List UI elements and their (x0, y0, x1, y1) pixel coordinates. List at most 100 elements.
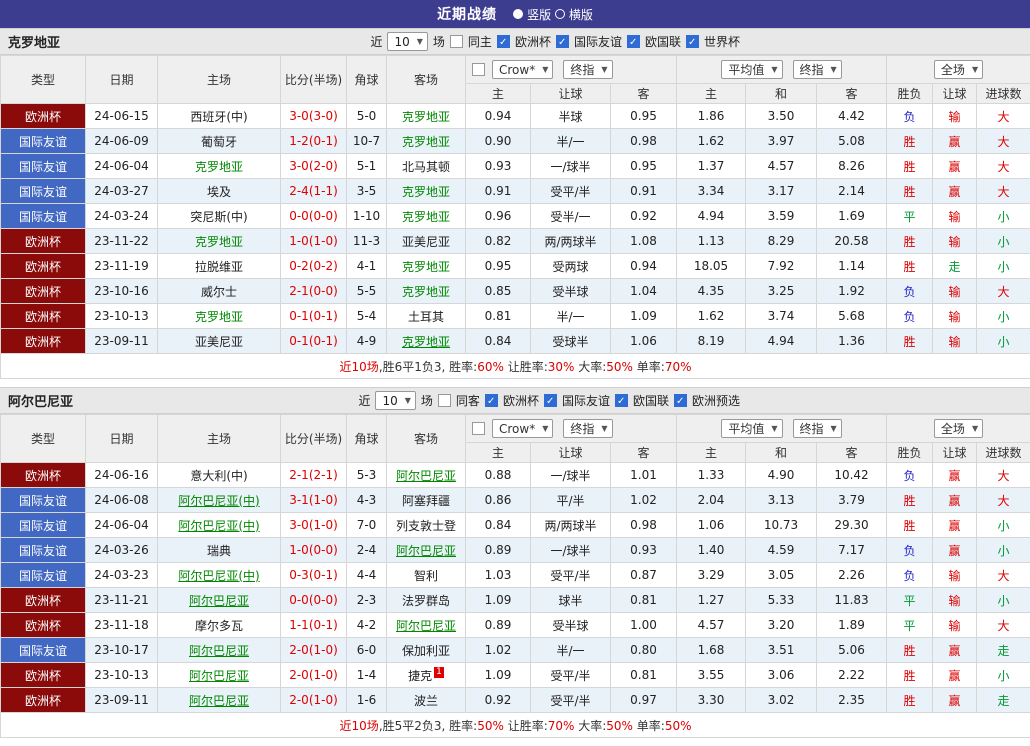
asian-away-odds: 0.95 (611, 154, 677, 179)
competition-checkbox[interactable] (556, 35, 569, 48)
final-odds-select[interactable]: 终指▼ (793, 60, 842, 79)
focal-team-link[interactable]: 阿尔巴尼亚 (396, 619, 456, 633)
asian-handicap: 平/半 (531, 488, 611, 513)
odds-compare-checkbox[interactable] (472, 422, 485, 435)
asian-home-odds: 0.88 (466, 463, 531, 488)
summary-text: 单率: (633, 360, 665, 374)
same-venue-checkbox[interactable] (438, 394, 451, 407)
euro-draw-odds: 3.05 (746, 563, 817, 588)
handicap-result: 赢 (933, 463, 977, 488)
euro-draw-odds: 3.74 (746, 304, 817, 329)
away-team-cell: 克罗地亚 (387, 129, 466, 154)
competition-checkbox[interactable] (615, 394, 628, 407)
final-odds-select[interactable]: 终指▼ (563, 60, 612, 79)
goals-result: 大 (977, 279, 1030, 304)
competition-checkbox[interactable] (485, 394, 498, 407)
chevron-down-icon: ▼ (771, 65, 777, 74)
scope-select-value: 全场 (941, 420, 965, 437)
asian-handicap: 受半/一 (531, 204, 611, 229)
asian-away-odds: 0.97 (611, 688, 677, 713)
competition-checkbox[interactable] (627, 35, 640, 48)
euro-away-odds: 5.08 (817, 129, 887, 154)
goals-result: 小 (977, 513, 1030, 538)
euro-away-odds: 5.06 (817, 638, 887, 663)
focal-team-link[interactable]: 阿尔巴尼亚 (189, 594, 249, 608)
away-team-cell: 克罗地亚 (387, 254, 466, 279)
chevron-down-icon: ▼ (417, 37, 423, 46)
filter-controls: 近10▼场同客欧洲杯国际友谊欧国联欧洲预选 (358, 391, 740, 410)
focal-team-link[interactable]: 阿尔巴尼亚(中) (178, 494, 259, 508)
score-cell: 2-0(1-0) (281, 638, 347, 663)
asian-away-odds: 0.93 (611, 538, 677, 563)
summary-text: 50% (606, 360, 633, 374)
competition-type: 国际友谊 (1, 513, 86, 538)
competition-label: 欧国联 (645, 33, 681, 50)
goals-result: 小 (977, 588, 1030, 613)
competition-type: 欧洲杯 (1, 463, 86, 488)
competition-label: 欧洲预选 (692, 392, 740, 409)
focal-team-link[interactable]: 克罗地亚 (402, 110, 450, 124)
euro-away-odds: 2.22 (817, 663, 887, 688)
page-header: 近期战绩 竖版 横版 (0, 0, 1030, 28)
chevron-down-icon: ▼ (601, 65, 607, 74)
asian-away-odds: 0.98 (611, 129, 677, 154)
focal-team-link[interactable]: 阿尔巴尼亚 (396, 544, 456, 558)
home-team-cell: 突尼斯(中) (158, 204, 281, 229)
euro-home-odds: 1.06 (677, 513, 746, 538)
focal-team-link[interactable]: 克罗地亚 (402, 260, 450, 274)
away-team-cell: 克罗地亚 (387, 104, 466, 129)
competition-checkbox[interactable] (497, 35, 510, 48)
euro-away-odds: 1.69 (817, 204, 887, 229)
recent-count-select-value: 10 (382, 394, 397, 408)
outcome-result: 胜 (887, 638, 933, 663)
chevron-down-icon: ▼ (831, 65, 837, 74)
focal-team-link[interactable]: 克罗地亚 (402, 135, 450, 149)
bookmaker-select[interactable]: Crow*▼ (492, 60, 553, 79)
focal-team-link[interactable]: 阿尔巴尼亚(中) (178, 519, 259, 533)
focal-team-link[interactable]: 阿尔巴尼亚 (189, 694, 249, 708)
score-cell: 0-0(0-0) (281, 588, 347, 613)
focal-team-link[interactable]: 阿尔巴尼亚(中) (178, 569, 259, 583)
scope-select[interactable]: 全场▼ (934, 419, 983, 438)
home-team-cell: 克罗地亚 (158, 304, 281, 329)
competition-checkbox[interactable] (686, 35, 699, 48)
score-cell: 3-0(1-0) (281, 513, 347, 538)
recent-count-select[interactable]: 10▼ (375, 391, 415, 410)
euro-home-odds: 1.13 (677, 229, 746, 254)
same-venue-checkbox[interactable] (450, 35, 463, 48)
euro-draw-odds: 3.13 (746, 488, 817, 513)
focal-team-link[interactable]: 克罗地亚 (195, 235, 243, 249)
asian-handicap: 球半 (531, 588, 611, 613)
average-odds-select[interactable]: 平均值▼ (721, 419, 782, 438)
focal-team-link[interactable]: 克罗地亚 (402, 335, 450, 349)
focal-team-link[interactable]: 阿尔巴尼亚 (396, 469, 456, 483)
radio-vertical[interactable]: 竖版 (513, 6, 551, 23)
focal-team-link[interactable]: 阿尔巴尼亚 (189, 669, 249, 683)
handicap-result: 赢 (933, 538, 977, 563)
away-team-cell: 保加利亚 (387, 638, 466, 663)
scope-select[interactable]: 全场▼ (934, 60, 983, 79)
final-odds-select[interactable]: 终指▼ (793, 419, 842, 438)
focal-team-link[interactable]: 克罗地亚 (195, 310, 243, 324)
focal-team-link[interactable]: 克罗地亚 (402, 210, 450, 224)
recent-count-select[interactable]: 10▼ (387, 32, 427, 51)
competition-checkbox[interactable] (674, 394, 687, 407)
focal-team-link[interactable]: 阿尔巴尼亚 (189, 644, 249, 658)
final-odds-select-value: 终指 (800, 420, 824, 437)
match-row: 欧洲杯23-11-22克罗地亚1-0(1-0)11-3亚美尼亚0.82两/两球半… (1, 229, 1030, 254)
asian-away-odds: 0.80 (611, 638, 677, 663)
euro-home-odds: 2.04 (677, 488, 746, 513)
odds-compare-checkbox[interactable] (472, 63, 485, 76)
focal-team-link[interactable]: 克罗地亚 (402, 185, 450, 199)
euro-away-odds: 11.83 (817, 588, 887, 613)
radio-horizontal[interactable]: 横版 (555, 6, 593, 23)
focal-team-link[interactable]: 克罗地亚 (195, 160, 243, 174)
competition-checkbox[interactable] (544, 394, 557, 407)
bookmaker-select[interactable]: Crow*▼ (492, 419, 553, 438)
focal-team-link[interactable]: 克罗地亚 (402, 285, 450, 299)
final-odds-select[interactable]: 终指▼ (563, 419, 612, 438)
summary-text: 30% (548, 360, 575, 374)
match-date: 23-09-11 (86, 329, 158, 354)
average-odds-select[interactable]: 平均值▼ (721, 60, 782, 79)
chevron-down-icon: ▼ (601, 424, 607, 433)
